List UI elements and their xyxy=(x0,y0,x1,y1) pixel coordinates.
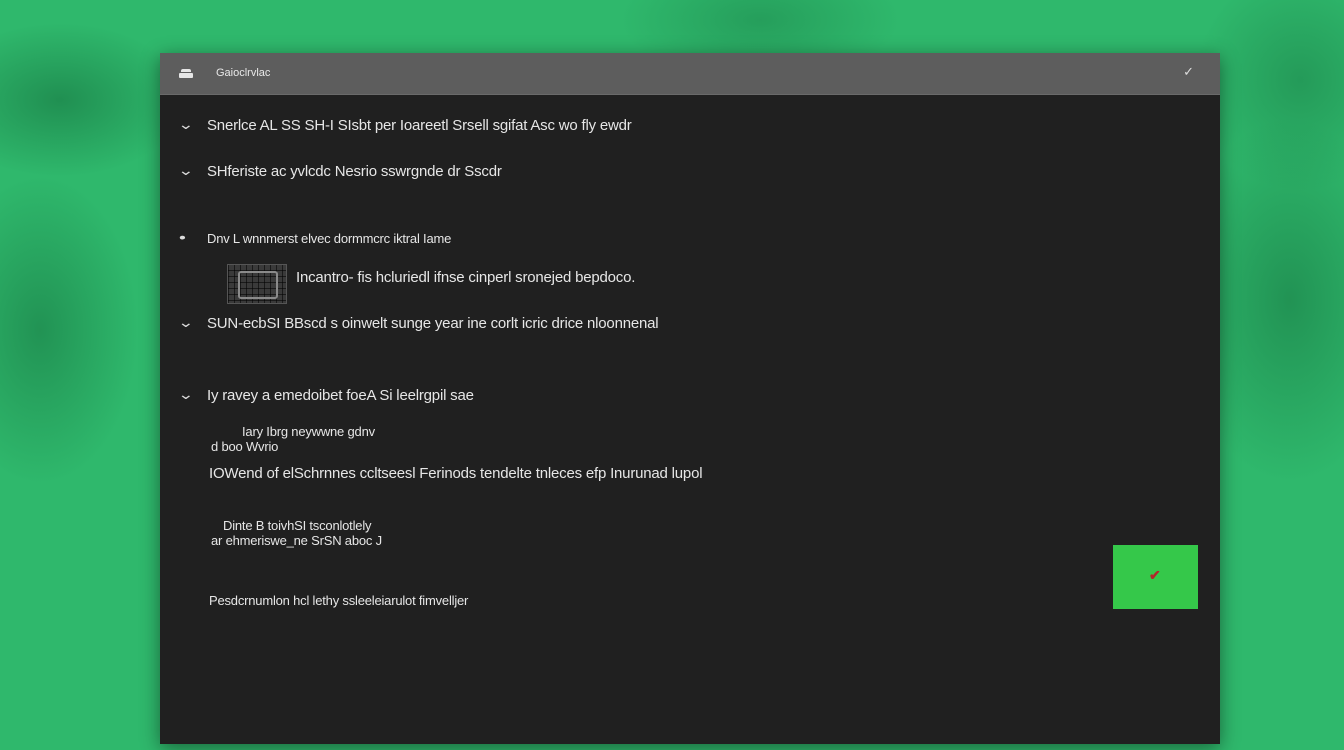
thumbnail-caption: Incantro- fis hcluriedl ifnse cinperl sr… xyxy=(296,269,636,286)
description-text: IOWend of elSchrnnes ccltseesl Ferinods … xyxy=(209,465,703,482)
note-line-1: Iary Ibrg neywwne gdnv xyxy=(242,424,375,439)
option-item-2: SHferiste ac yvlcdc Nesrio sswrgnde dr S… xyxy=(207,163,502,180)
confirm-button[interactable]: ✔ xyxy=(1113,545,1198,609)
chevron-down-icon[interactable]: ⌄ xyxy=(178,116,194,133)
section-heading: Dnv L wnnmerst elvec dormmcrc iktral Iam… xyxy=(207,231,452,246)
close-icon[interactable]: ✓ xyxy=(1183,64,1194,80)
dialog-window: Gaioclrvlac ✓ ⌄ Snerlce AL SS SH-I SIsbt… xyxy=(160,53,1220,744)
sub-note-line-2: ar ehmeriswe_ne SrSN aboc J xyxy=(211,533,382,548)
footer-text: Pesdcrnumlon hcl lethy ssleeleiarulot fi… xyxy=(209,593,469,608)
chevron-down-icon[interactable]: ⌄ xyxy=(178,386,194,403)
window-title: Gaioclrvlac xyxy=(216,67,271,79)
app-icon xyxy=(179,69,193,78)
note-line-2: d boo Wvrio xyxy=(211,439,279,454)
sub-note-line-1: Dinte B toivhSI tsconlotlely xyxy=(223,518,372,533)
check-icon: ✔ xyxy=(1149,567,1161,583)
chevron-down-icon[interactable]: ⌄ xyxy=(178,162,194,179)
option-item-5: Iy ravey a emedoibet foeA Si leelrgpil s… xyxy=(207,387,474,404)
option-item-1: Snerlce AL SS SH-I SIsbt per Ioareetl Sr… xyxy=(207,117,632,134)
device-thumbnail xyxy=(227,264,287,304)
option-item-4: SUN-ecbSI BBscd s oinwelt sunge year ine… xyxy=(207,315,659,332)
chevron-down-icon[interactable]: ⌄ xyxy=(178,314,194,331)
bullet-icon: • xyxy=(179,229,186,245)
title-bar: Gaioclrvlac ✓ xyxy=(160,53,1220,95)
